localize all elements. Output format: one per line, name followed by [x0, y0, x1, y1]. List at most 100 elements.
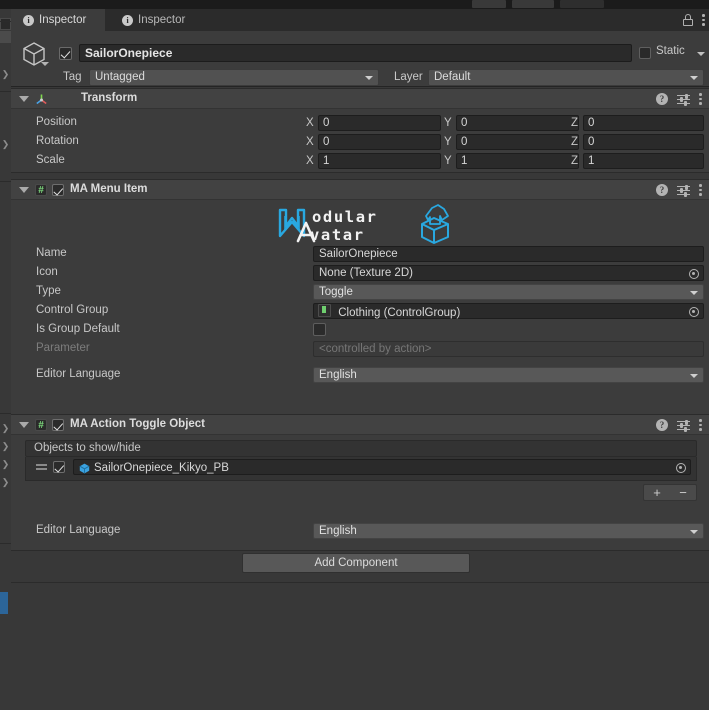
- objects-list-body: SailorOnepiece_Kikyo_PB: [25, 457, 697, 481]
- add-item-button[interactable]: +: [653, 486, 661, 499]
- layer-dropdown[interactable]: Default: [428, 69, 704, 86]
- menu-item-type-dropdown[interactable]: Toggle: [313, 284, 704, 300]
- ma-menu-item-enabled-checkbox[interactable]: [52, 184, 64, 196]
- scale-y-input[interactable]: 1: [456, 153, 579, 169]
- object-picker-icon[interactable]: [689, 307, 699, 317]
- script-icon: #: [35, 184, 47, 196]
- transform-axis-icon: [35, 93, 48, 106]
- ma-action-toggle-enabled-checkbox[interactable]: [52, 419, 64, 431]
- ma-menu-item-header-tools: ?: [656, 180, 702, 200]
- add-component-button[interactable]: Add Component: [242, 553, 470, 573]
- row-label: Icon: [36, 266, 58, 278]
- objects-list-header: Objects to show/hide: [25, 440, 697, 457]
- control-group-value: Clothing (ControlGroup): [338, 307, 461, 319]
- help-icon[interactable]: ?: [656, 93, 668, 105]
- tag-label: Tag: [63, 71, 82, 83]
- menu-item-parameter-input: <controlled by action>: [313, 341, 704, 357]
- tab-inspector-1[interactable]: i Inspector: [11, 9, 105, 31]
- toolbar-button-3[interactable]: [560, 0, 604, 8]
- transform-row-rotation: Rotation X 0 Y 0 Z 0: [11, 132, 709, 151]
- rail-chevron-icon[interactable]: ❯: [1, 459, 10, 470]
- gameobject-enabled-checkbox[interactable]: [59, 47, 72, 60]
- lock-icon[interactable]: [682, 14, 693, 26]
- menu-item-icon-object-field[interactable]: None (Texture 2D): [313, 265, 704, 281]
- rotation-x-input[interactable]: 0: [318, 134, 441, 150]
- tag-dropdown[interactable]: Untagged: [89, 69, 379, 86]
- menu-item-control-group-object-field[interactable]: Clothing (ControlGroup): [313, 303, 704, 319]
- static-checkbox[interactable]: [639, 47, 651, 59]
- menu-item-name-input[interactable]: SailorOnepiece: [313, 246, 704, 262]
- row-label: Control Group: [36, 304, 109, 316]
- axis-label-x: X: [306, 155, 314, 167]
- is-group-default-checkbox[interactable]: [313, 323, 326, 336]
- settings-sliders-icon[interactable]: [677, 184, 690, 197]
- editor-language-value: English: [319, 369, 357, 381]
- rail-chevron-icon[interactable]: ❯: [1, 423, 10, 434]
- position-y-input[interactable]: 0: [456, 115, 579, 131]
- remove-item-button[interactable]: −: [679, 486, 687, 499]
- toolbar-button-2[interactable]: [512, 0, 554, 8]
- axis-label-z: Z: [571, 136, 579, 148]
- script-icon: #: [35, 419, 47, 431]
- menu-item-editor-language-dropdown[interactable]: English: [313, 367, 704, 383]
- scale-x-input[interactable]: 1: [318, 153, 441, 169]
- menu-item-row-parameter: Parameter <controlled by action>: [11, 339, 709, 358]
- kebab-menu-icon[interactable]: [699, 93, 702, 105]
- ma-menu-item-header[interactable]: # MA Menu Item ?: [11, 180, 709, 200]
- static-dropdown-icon[interactable]: [697, 52, 705, 56]
- axis-label-z: Z: [571, 117, 579, 129]
- drag-handle-icon[interactable]: [36, 464, 47, 470]
- transform-header[interactable]: Transform ?: [11, 89, 709, 109]
- tab-inspector-2[interactable]: i Inspector: [110, 9, 204, 31]
- top-toolbar-strip: [0, 0, 709, 9]
- foldout-triangle-icon[interactable]: [19, 187, 29, 193]
- position-z-input[interactable]: 0: [583, 115, 704, 131]
- chevron-down-icon: [365, 76, 373, 80]
- rotation-y-input[interactable]: 0: [456, 134, 579, 150]
- help-icon[interactable]: ?: [656, 419, 668, 431]
- foldout-triangle-icon[interactable]: [19, 96, 29, 102]
- toolbar-button-1[interactable]: [472, 0, 506, 8]
- info-icon: i: [122, 14, 133, 26]
- axis-label-y: Y: [444, 155, 452, 167]
- rail-chevron-icon[interactable]: ❯: [1, 477, 10, 488]
- axis-label-y: Y: [444, 117, 452, 129]
- list-item-checkbox[interactable]: [53, 461, 65, 473]
- rail-selected-row[interactable]: [0, 31, 11, 43]
- position-x-input[interactable]: 0: [318, 115, 441, 131]
- rail-chevron-icon[interactable]: ❯: [1, 441, 10, 452]
- list-item-object-field[interactable]: SailorOnepiece_Kikyo_PB: [73, 459, 691, 475]
- layer-value: Default: [434, 71, 471, 83]
- axis-label-z: Z: [571, 155, 579, 167]
- kebab-menu-icon[interactable]: [699, 184, 702, 196]
- icon-value: None (Texture 2D): [319, 267, 413, 279]
- rail-chevron-icon[interactable]: ❯: [1, 139, 10, 150]
- ma-action-toggle-header-tools: ?: [656, 415, 702, 435]
- rail-chevron-icon[interactable]: ❯: [1, 69, 10, 80]
- ma-action-toggle-header[interactable]: # MA Action Toggle Object ?: [11, 415, 709, 435]
- menu-item-row-type: Type Toggle: [11, 282, 709, 301]
- transform-row-position: Position X 0 Y 0 Z 0: [11, 113, 709, 132]
- gameobject-cube-icon[interactable]: [20, 40, 49, 68]
- settings-sliders-icon[interactable]: [677, 93, 690, 106]
- menu-item-row-icon: Icon None (Texture 2D): [11, 263, 709, 282]
- transform-title: Transform: [81, 92, 138, 104]
- list-item[interactable]: SailorOnepiece_Kikyo_PB: [26, 457, 696, 479]
- settings-sliders-icon[interactable]: [677, 419, 690, 432]
- object-picker-icon[interactable]: [689, 269, 699, 279]
- row-label: Rotation: [36, 135, 79, 147]
- foldout-triangle-icon[interactable]: [19, 422, 29, 428]
- modular-avatar-logo: odular vatar: [11, 200, 709, 244]
- rail-top-box[interactable]: [0, 18, 11, 30]
- rotation-z-input[interactable]: 0: [583, 134, 704, 150]
- unity-inspector-window: ❯ ❯ ❯ ❯ ❯ ❯ i Inspector i Inspector Sail…: [0, 0, 709, 710]
- scale-z-input[interactable]: 1: [583, 153, 704, 169]
- object-picker-icon[interactable]: [676, 463, 686, 473]
- action-toggle-editor-language-dropdown[interactable]: English: [313, 523, 704, 539]
- kebab-menu-icon[interactable]: [699, 419, 702, 431]
- gameobject-name-input[interactable]: SailorOnepiece: [79, 44, 632, 62]
- kebab-menu-icon[interactable]: [702, 14, 705, 26]
- rail-accent-block[interactable]: [0, 592, 8, 614]
- help-icon[interactable]: ?: [656, 184, 668, 196]
- svg-text:odular: odular: [312, 208, 378, 226]
